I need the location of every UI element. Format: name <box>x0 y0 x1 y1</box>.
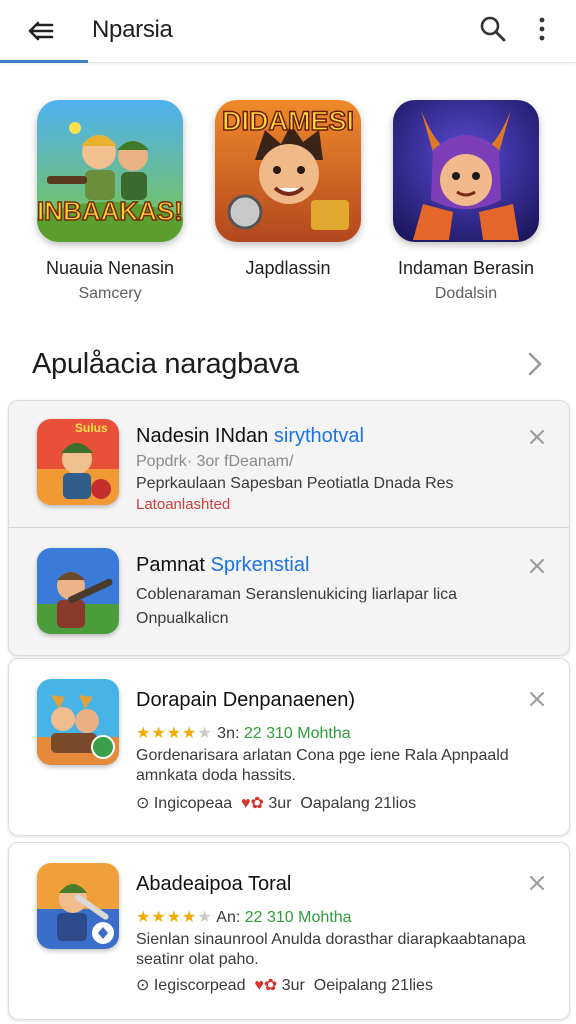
app-description: Gordenarisara arlatan Cona pge iene Rala… <box>136 747 509 764</box>
app-meta-row: ⊙ Iegiscorpead ♥✿ 3ur Oeipalang 21lies <box>136 975 433 995</box>
heart-icon: ♥ <box>254 977 264 994</box>
featured-banner-text: INBAAKAS! <box>37 195 183 227</box>
app-description-2: Onpualkalicn <box>136 610 229 627</box>
featured-app-1[interactable]: INBAAKAS! Nuauia Nenasin Samcery <box>35 100 185 303</box>
more-vert-icon[interactable] <box>530 14 554 44</box>
featured-app-3[interactable]: Indaman Berasin Dodalsin <box>391 100 541 303</box>
app-icon <box>37 548 119 634</box>
featured-banner-text: DIDAMESI <box>221 105 355 137</box>
developer-name: Iegiscorpead <box>153 977 246 994</box>
back-arrow-icon[interactable] <box>22 14 56 48</box>
featured-app-name: Indaman Berasin <box>397 258 535 278</box>
app-card[interactable]: Abadeaipoa Toral ★★★★★ An: 22 310 Mohtha… <box>8 842 570 1020</box>
star-rating-icon: ★★★★★ <box>136 725 213 742</box>
chevron-right-icon[interactable] <box>524 350 546 378</box>
app-bar-title: Nparsia <box>92 16 173 43</box>
badge-icon: ✿ <box>263 977 278 994</box>
tab-indicator <box>0 60 88 63</box>
app-description: Coblenaraman Seranslenukicing liarlapar … <box>136 586 458 603</box>
app-title-main: Nadesin INdan <box>136 425 269 447</box>
app-rating: ★★★★★ An: 22 310 Mohtha <box>136 907 352 927</box>
featured-app-subtitle: Dodalsin <box>434 285 498 302</box>
app-rating: ★★★★★ 3n: 22 310 Mohtha <box>136 723 351 743</box>
info-icon: ⊙ <box>136 795 150 812</box>
app-title: Abadeaipoa Toral <box>136 873 292 895</box>
list-item[interactable]: Dorapain Denpanaenen) ★★★★★ 3n: 22 310 M… <box>9 659 569 835</box>
app-status-text: Latoanlashted <box>136 496 231 513</box>
app-title-accent: sirythotval <box>273 425 364 447</box>
app-icon <box>37 679 119 765</box>
developer-name: Ingicopeaa <box>153 795 233 812</box>
rating-count: 22 310 Mohtha <box>243 725 351 742</box>
close-icon[interactable] <box>527 873 547 893</box>
search-icon[interactable] <box>478 14 508 44</box>
close-icon[interactable] <box>527 556 547 576</box>
top-app-bar: Nparsia <box>0 0 576 63</box>
heart-icon: ♥ <box>241 795 251 812</box>
app-description: Sienlan sinaunrool Anulda dorasthar diar… <box>136 931 526 948</box>
app-icon-badge: Sulus <box>75 421 108 435</box>
list-item[interactable]: Abadeaipoa Toral ★★★★★ An: 22 310 Mohtha… <box>9 843 569 1019</box>
app-title-main: Pamnat <box>136 554 205 576</box>
rating-prefix: 3n: <box>217 725 240 742</box>
featured-app-subtitle: Samcery <box>78 285 142 302</box>
close-icon[interactable] <box>527 427 547 447</box>
app-description-2: seatinr olat paho. <box>136 951 259 968</box>
featured-app-name: Nuauia Nenasin <box>45 258 175 278</box>
star-rating-icon: ★★★★★ <box>136 909 213 926</box>
close-icon[interactable] <box>527 689 547 709</box>
list-item[interactable]: Sulus Nadesin INdan sirythotval Popdrk· … <box>9 401 569 527</box>
app-icon: Sulus <box>37 419 119 505</box>
app-title: Pamnat Sprkenstial <box>136 554 309 577</box>
app-card[interactable]: Dorapain Denpanaenen) ★★★★★ 3n: 22 310 M… <box>8 658 570 836</box>
app-title: Nadesin INdan sirythotval <box>136 425 364 448</box>
rating-prefix: An: <box>216 909 241 926</box>
section-title: Apulåacia naragbava <box>32 348 299 380</box>
badge-icon: ✿ <box>250 795 264 812</box>
meta-category: Oapalang 21lios <box>300 795 417 812</box>
meta-age: 3ur <box>268 795 292 812</box>
featured-app-name: Japdlassin <box>245 258 331 278</box>
rating-count: 22 310 Mohtha <box>244 909 352 926</box>
meta-category: Oeipalang 21lies <box>313 977 433 994</box>
app-description-2: amnkata doda hassits. <box>136 767 297 784</box>
list-item[interactable]: Pamnat Sprkenstial Coblenaraman Seransle… <box>9 528 569 654</box>
meta-age: 3ur <box>281 977 305 994</box>
app-title: Dorapain Denpanaenen) <box>136 689 356 711</box>
app-meta-line: Popdrk· 3or fDeanam/ <box>136 453 294 470</box>
featured-app-icon: INBAAKAS! <box>37 100 183 242</box>
featured-app-icon <box>393 100 539 242</box>
app-meta-row: ⊙ Ingicopeaa ♥✿ 3ur Oapalang 21lios <box>136 793 416 813</box>
app-icon <box>37 863 119 949</box>
featured-app-2[interactable]: DIDAMESI Japdlassin <box>213 100 363 285</box>
app-description: Peprkaulaan Sapesban Peotiatla Dnada Res <box>136 475 454 492</box>
featured-app-icon: DIDAMESI <box>215 100 361 242</box>
grouped-app-card: Sulus Nadesin INdan sirythotval Popdrk· … <box>8 400 570 656</box>
info-icon: ⊙ <box>136 977 150 994</box>
app-title-accent: Sprkenstial <box>210 554 310 576</box>
